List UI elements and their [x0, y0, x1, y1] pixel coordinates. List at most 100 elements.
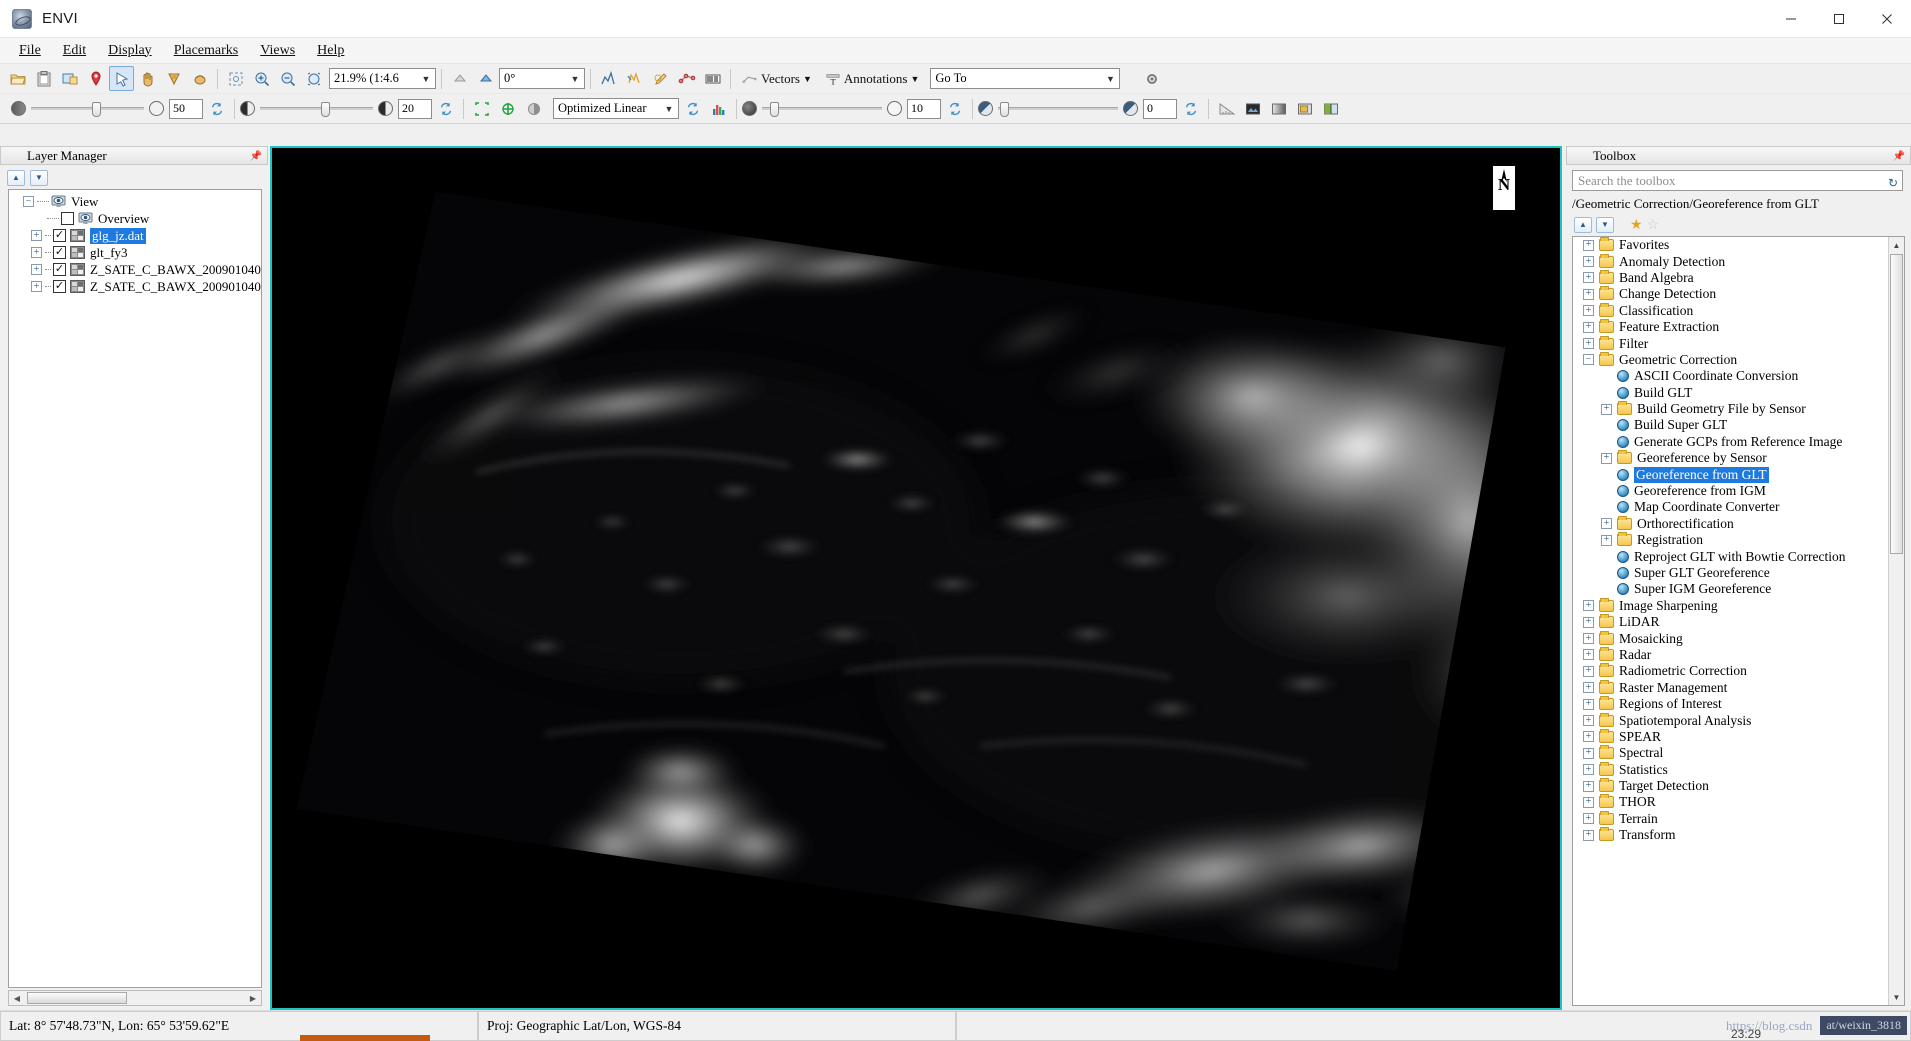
gear-icon[interactable] — [1139, 66, 1164, 91]
toolbox-item-mosaicking[interactable]: + Mosaicking — [1573, 630, 1904, 646]
brightness-slider-thumb[interactable] — [92, 102, 101, 117]
layer-tree-hscrollbar[interactable]: ◀ ▶ — [8, 990, 262, 1006]
scroll-left-icon[interactable]: ◀ — [9, 994, 25, 1003]
toolbox-item-ascii-coordinate-conversion[interactable]: ASCII Coordinate Conversion — [1573, 368, 1904, 384]
expand-icon[interactable]: + — [1583, 715, 1594, 727]
close-button[interactable] — [1863, 0, 1911, 38]
expand-icon[interactable]: + — [1601, 452, 1612, 464]
toolbox-item-raster-management[interactable]: + Raster Management — [1573, 679, 1904, 696]
toolbox-item-spectral[interactable]: + Spectral — [1573, 745, 1904, 761]
brightness-slider[interactable] — [31, 102, 144, 117]
expand-icon[interactable]: + — [1583, 616, 1594, 628]
toolbox-item-georeference-from-igm[interactable]: Georeference from IGM — [1573, 483, 1904, 499]
portal-blend-icon[interactable] — [521, 96, 546, 121]
layer-item-zsate-1[interactable]: + ✓ Z_SATE_C_BAWX_20090104070730_ — [9, 261, 261, 278]
scroll-right-icon[interactable]: ▶ — [245, 994, 261, 1003]
metadata-icon[interactable] — [700, 66, 725, 91]
toolbox-item-super-igm-georeference[interactable]: Super IGM Georeference — [1573, 581, 1904, 597]
fit-to-window-icon[interactable] — [223, 66, 248, 91]
expand-icon[interactable]: + — [1583, 665, 1594, 677]
contrast-reset-icon[interactable] — [433, 96, 458, 121]
expand-icon[interactable]: + — [1583, 796, 1594, 808]
star-outline-icon[interactable]: ☆ — [1647, 216, 1660, 233]
toolbox-item-spear[interactable]: + SPEAR — [1573, 728, 1904, 745]
expand-icon[interactable]: + — [1583, 764, 1594, 776]
open-view-icon[interactable] — [57, 66, 82, 91]
portal-link-icon[interactable] — [495, 96, 520, 121]
menu-file[interactable]: File — [8, 41, 52, 61]
toolbox-item-build-super-glt[interactable]: Build Super GLT — [1573, 417, 1904, 433]
toolbox-item-generate-gcps-from-reference-image[interactable]: Generate GCPs from Reference Image — [1573, 434, 1904, 450]
contrast-value[interactable]: 20 — [398, 98, 432, 119]
expand-icon[interactable]: + — [1583, 288, 1594, 300]
layer-item-glt-fy3[interactable]: + ✓ glt_fy3 — [9, 244, 261, 261]
transparency-value[interactable]: 0 — [1143, 98, 1177, 119]
expand-icon[interactable]: + — [1583, 256, 1594, 268]
transparency-slider-thumb[interactable] — [1000, 102, 1009, 117]
layer-checkbox-overview[interactable] — [61, 212, 74, 225]
toolbox-item-classification[interactable]: + Classification — [1573, 302, 1904, 319]
expand-icon[interactable]: + — [1583, 600, 1594, 612]
toolbox-item-change-detection[interactable]: + Change Detection — [1573, 286, 1904, 302]
open-file-icon[interactable] — [5, 66, 30, 91]
expand-layer-icon[interactable]: + — [31, 230, 42, 241]
expand-icon[interactable]: + — [1583, 731, 1594, 743]
toolbox-item-orthorectification[interactable]: + Orthorectification — [1573, 515, 1904, 532]
pin-icon[interactable]: 📌 — [1892, 149, 1906, 163]
expand-icon[interactable]: + — [1601, 518, 1612, 530]
expand-layer-icon[interactable]: + — [31, 247, 42, 258]
menu-help[interactable]: Help — [306, 41, 355, 61]
toolbox-item-georeference-by-sensor[interactable]: + Georeference by Sensor — [1573, 450, 1904, 466]
stretch-refresh-icon[interactable] — [680, 96, 705, 121]
toolbox-item-lidar[interactable]: + LiDAR — [1573, 614, 1904, 630]
zoom-out-icon[interactable] — [275, 66, 300, 91]
layer-checkbox-zsate-2[interactable]: ✓ — [53, 280, 66, 293]
vscrollbar-thumb[interactable] — [1890, 254, 1903, 554]
menu-edit[interactable]: Edit — [52, 41, 97, 61]
toolbox-item-favorites[interactable]: + Favorites — [1573, 237, 1904, 253]
menu-placemarks[interactable]: Placemarks — [163, 41, 250, 61]
toolbox-tree[interactable]: + Favorites + Anomaly Detection + Band Algebr… — [1572, 236, 1905, 1006]
layer-item-glg-jz[interactable]: + ✓ glg_jz.dat — [9, 226, 261, 245]
toolbox-item-build-glt[interactable]: Build GLT — [1573, 385, 1904, 401]
toolbox-item-target-detection[interactable]: + Target Detection — [1573, 778, 1904, 794]
toolbox-item-build-geometry-file-by-sensor[interactable]: + Build Geometry File by Sensor — [1573, 401, 1904, 417]
pin-icon[interactable]: 📌 — [249, 149, 263, 163]
hscrollbar-thumb[interactable] — [27, 992, 127, 1004]
toolbox-item-filter[interactable]: + Filter — [1573, 335, 1904, 351]
expand-icon[interactable]: + — [1583, 305, 1594, 317]
maximize-button[interactable] — [1815, 0, 1863, 38]
expand-icon[interactable]: + — [1583, 698, 1594, 710]
zoom-fixed-icon[interactable] — [301, 66, 326, 91]
expand-icon[interactable]: + — [1583, 682, 1594, 694]
collapse-all-button[interactable]: ▲ — [1574, 216, 1592, 233]
expand-icon[interactable]: + — [1601, 534, 1612, 546]
toolbox-item-terrain[interactable]: + Terrain — [1573, 810, 1904, 827]
expand-icon[interactable]: + — [1583, 780, 1594, 792]
rotate-left-icon[interactable] — [447, 66, 472, 91]
crosshair-cursor-icon[interactable] — [187, 66, 212, 91]
expand-icon[interactable]: + — [1583, 338, 1594, 350]
toolbox-item-radar[interactable]: + Radar — [1573, 646, 1904, 663]
expand-icon[interactable]: + — [1583, 633, 1594, 645]
expand-icon[interactable]: + — [1583, 829, 1594, 841]
toolbox-item-anomaly-detection[interactable]: + Anomaly Detection — [1573, 253, 1904, 269]
toolbox-item-regions-of-interest[interactable]: + Regions of Interest — [1573, 696, 1904, 712]
flicker-icon[interactable] — [1292, 96, 1317, 121]
zoom-in-icon[interactable] — [249, 66, 274, 91]
layer-item-zsate-2[interactable]: + ✓ Z_SATE_C_BAWX_20090104070730_ — [9, 278, 261, 295]
placemark-icon[interactable] — [83, 66, 108, 91]
toolbox-item-band-algebra[interactable]: + Band Algebra — [1573, 269, 1904, 286]
expand-all-button[interactable]: ▼ — [1596, 216, 1614, 233]
goto-combo[interactable]: Go To ▼ — [930, 68, 1121, 89]
pencil-edit-icon[interactable] — [648, 66, 673, 91]
toolbox-item-reproject-glt-with-bowtie-correction[interactable]: Reproject GLT with Bowtie Correction — [1573, 548, 1904, 564]
toolbox-item-image-sharpening[interactable]: + Image Sharpening — [1573, 597, 1904, 614]
menu-views[interactable]: Views — [249, 41, 306, 61]
stretch-combo[interactable]: Optimized Linear ▼ — [553, 98, 679, 119]
layer-checkbox-glg-jz[interactable]: ✓ — [53, 229, 66, 242]
star-filled-icon[interactable]: ★ — [1630, 216, 1643, 233]
expand-icon[interactable]: + — [1583, 747, 1594, 759]
paste-icon[interactable] — [31, 66, 56, 91]
layer-checkbox-glt-fy3[interactable]: ✓ — [53, 246, 66, 259]
